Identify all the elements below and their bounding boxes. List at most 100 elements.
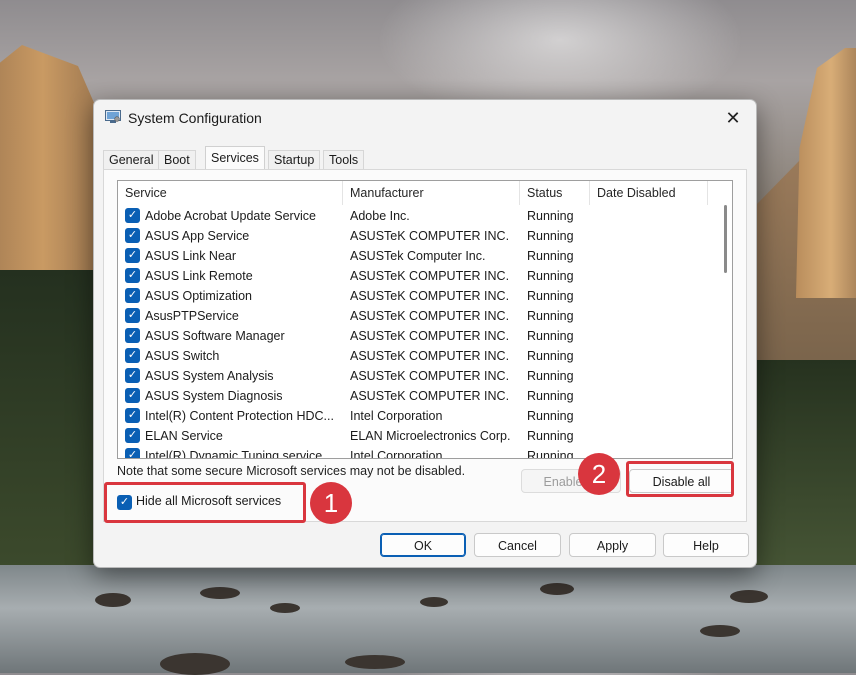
column-header-date-disabled[interactable]: Date Disabled — [590, 181, 708, 205]
title-bar[interactable]: System Configuration ✕ — [94, 100, 756, 136]
service-name: ASUS Link Near — [145, 249, 237, 263]
service-status: Running — [527, 289, 574, 303]
service-checkbox[interactable]: ✓ — [125, 448, 140, 459]
checkmark-icon: ✓ — [127, 409, 138, 421]
checkmark-icon: ✓ — [127, 249, 138, 261]
table-row[interactable]: ✓ ASUS Software Manager ASUSTeK COMPUTER I… — [118, 326, 718, 346]
service-date-disabled — [596, 386, 706, 406]
service-manufacturer: ASUSTeK COMPUTER INC. — [350, 309, 510, 323]
table-row[interactable]: ✓ Intel(R) Content Protection HDC... Intel… — [118, 406, 718, 426]
service-manufacturer: Adobe Inc. — [350, 209, 410, 223]
column-header-service[interactable]: Service — [118, 181, 343, 205]
service-name: AsusPTPService — [145, 309, 239, 323]
vertical-scrollbar[interactable] — [719, 205, 732, 457]
table-row[interactable]: ✓ ELAN Service ELAN Microelectronics Corp.… — [118, 426, 718, 446]
table-row[interactable]: ✓ ASUS Switch ASUSTeK COMPUTER INC. Running — [118, 346, 718, 366]
service-date-disabled — [596, 326, 706, 346]
service-status: Running — [527, 349, 574, 363]
note-text: Note that some secure Microsoft services… — [117, 464, 466, 478]
table-row[interactable]: ✓ ASUS Link Near ASUSTek Computer Inc. Runn… — [118, 246, 718, 266]
table-row[interactable]: ✓ AsusPTPService ASUSTeK COMPUTER INC. Runn… — [118, 306, 718, 326]
table-row[interactable]: ✓ ASUS System Analysis ASUSTeK COMPUTER IN… — [118, 366, 718, 386]
table-row[interactable]: ✓ ASUS System Diagnosis ASUSTeK COMPUTER I… — [118, 386, 718, 406]
wallpaper-hill-right — [756, 160, 856, 460]
column-header-status[interactable]: Status — [520, 181, 590, 205]
tab-general[interactable]: General — [103, 150, 160, 169]
service-manufacturer: ASUSTek Computer Inc. — [350, 249, 486, 263]
service-checkbox[interactable]: ✓ — [125, 288, 140, 303]
service-name: ASUS Software Manager — [145, 329, 285, 343]
close-button[interactable]: ✕ — [710, 100, 756, 136]
service-date-disabled — [596, 286, 706, 306]
service-name: Intel(R) Content Protection HDC... — [145, 409, 334, 423]
service-date-disabled — [596, 206, 706, 226]
highlight-hide-microsoft-services — [104, 482, 306, 523]
service-status: Running — [527, 369, 574, 383]
service-status: Running — [527, 209, 574, 223]
service-checkbox[interactable]: ✓ — [125, 228, 140, 243]
services-list: Service Manufacturer Status Date Disable… — [117, 180, 733, 459]
service-date-disabled — [596, 246, 706, 266]
checkmark-icon: ✓ — [127, 429, 138, 441]
service-date-disabled — [596, 406, 706, 426]
system-config-icon — [105, 110, 121, 123]
service-manufacturer: ASUSTeK COMPUTER INC. — [350, 289, 510, 303]
service-status: Running — [527, 389, 574, 403]
ok-button[interactable]: OK — [380, 533, 466, 557]
service-date-disabled — [596, 266, 706, 286]
service-date-disabled — [596, 346, 706, 366]
tab-boot[interactable]: Boot — [158, 150, 196, 169]
service-manufacturer: ASUSTeK COMPUTER INC. — [350, 229, 510, 243]
apply-button[interactable]: Apply — [569, 533, 656, 557]
help-button[interactable]: Help — [663, 533, 749, 557]
close-icon: ✕ — [725, 108, 741, 128]
scrollbar-thumb[interactable] — [724, 205, 727, 273]
step-marker-2: 2 — [578, 453, 620, 495]
service-checkbox[interactable]: ✓ — [125, 248, 140, 263]
checkmark-icon: ✓ — [127, 309, 138, 321]
service-checkbox[interactable]: ✓ — [125, 268, 140, 283]
service-name: Intel(R) Dynamic Tuning service — [145, 449, 323, 459]
service-checkbox[interactable]: ✓ — [125, 348, 140, 363]
service-name: ASUS Switch — [145, 349, 220, 363]
highlight-disable-all — [626, 461, 734, 497]
service-checkbox[interactable]: ✓ — [125, 408, 140, 423]
step-marker-1: 1 — [310, 482, 352, 524]
service-checkbox[interactable]: ✓ — [125, 208, 140, 223]
checkmark-icon: ✓ — [127, 229, 138, 241]
service-name: ASUS Link Remote — [145, 269, 253, 283]
checkmark-icon: ✓ — [127, 289, 138, 301]
tab-tools[interactable]: Tools — [323, 150, 365, 169]
table-row[interactable]: ✓ Intel(R) Dynamic Tuning service Intel Co… — [118, 446, 718, 459]
service-checkbox[interactable]: ✓ — [125, 368, 140, 383]
cancel-button[interactable]: Cancel — [474, 533, 561, 557]
service-checkbox[interactable]: ✓ — [125, 308, 140, 323]
table-row[interactable]: ✓ ASUS App Service ASUSTeK COMPUTER INC. Ru… — [118, 226, 718, 246]
service-name: ASUS Optimization — [145, 289, 252, 303]
service-name: ELAN Service — [145, 429, 223, 443]
wallpaper-river — [0, 565, 856, 675]
table-row[interactable]: ✓ ASUS Optimization ASUSTeK COMPUTER INC. R… — [118, 286, 718, 306]
service-manufacturer: ASUSTeK COMPUTER INC. — [350, 349, 510, 363]
service-name: Adobe Acrobat Update Service — [145, 209, 316, 223]
service-status: Running — [527, 309, 574, 323]
table-row[interactable]: ✓ Adobe Acrobat Update Service Adobe Inc. R… — [118, 206, 718, 226]
service-manufacturer: Intel Corporation — [350, 449, 443, 459]
checkmark-icon: ✓ — [127, 209, 138, 221]
checkmark-icon: ✓ — [127, 389, 138, 401]
service-status: Running — [527, 269, 574, 283]
table-row[interactable]: ✓ ASUS Link Remote ASUSTeK COMPUTER INC. Ru… — [118, 266, 718, 286]
column-header-manufacturer[interactable]: Manufacturer — [343, 181, 520, 205]
service-checkbox[interactable]: ✓ — [125, 328, 140, 343]
checkmark-icon: ✓ — [127, 329, 138, 341]
service-checkbox[interactable]: ✓ — [125, 428, 140, 443]
tab-services[interactable]: Services — [205, 146, 265, 169]
service-checkbox[interactable]: ✓ — [125, 388, 140, 403]
checkmark-icon: ✓ — [127, 449, 138, 459]
checkmark-icon: ✓ — [127, 369, 138, 381]
service-name: ASUS System Analysis — [145, 369, 274, 383]
checkmark-icon: ✓ — [127, 269, 138, 281]
service-manufacturer: ASUSTeK COMPUTER INC. — [350, 389, 510, 403]
tab-startup[interactable]: Startup — [268, 150, 321, 169]
wallpaper-trees-left — [0, 270, 100, 570]
